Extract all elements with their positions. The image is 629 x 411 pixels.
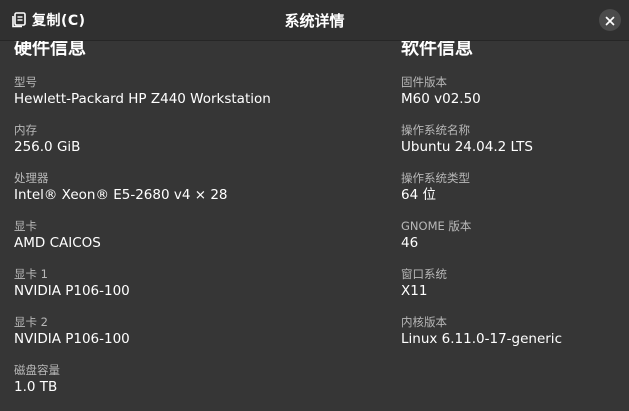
window-title: 系统详情 bbox=[284, 12, 345, 30]
item-label: 操作系统类型 bbox=[401, 171, 470, 185]
system-details-window: 复制(C) 系统详情 硬件信息 型号 Hewlett-Packard HP Z4… bbox=[0, 0, 629, 411]
software-item-kernel: 内核版本 Linux 6.11.0-17-generic bbox=[401, 314, 621, 349]
software-section-title: 软件信息 bbox=[401, 41, 473, 59]
hardware-item-disk: 磁盘容量 1.0 TB bbox=[14, 362, 374, 397]
item-label: 内核版本 bbox=[401, 315, 447, 329]
hardware-section: 硬件信息 型号 Hewlett-Packard HP Z440 Workstat… bbox=[14, 41, 374, 410]
item-label: 磁盘容量 bbox=[14, 363, 60, 377]
item-label: 操作系统名称 bbox=[401, 123, 470, 137]
item-label: 固件版本 bbox=[401, 75, 447, 89]
item-value: NVIDIA P106-100 bbox=[14, 283, 130, 299]
item-label: 处理器 bbox=[14, 171, 49, 185]
item-label: 显卡 1 bbox=[14, 267, 48, 281]
software-item-firmware: 固件版本 M60 v02.50 bbox=[401, 74, 621, 109]
close-button[interactable] bbox=[599, 9, 621, 31]
software-item-gnome-version: GNOME 版本 46 bbox=[401, 218, 621, 253]
item-label: GNOME 版本 bbox=[401, 219, 472, 233]
hardware-item-graphics-1: 显卡 1 NVIDIA P106-100 bbox=[14, 266, 374, 301]
details-content: 硬件信息 型号 Hewlett-Packard HP Z440 Workstat… bbox=[0, 41, 629, 411]
hardware-section-title: 硬件信息 bbox=[14, 41, 86, 59]
item-value: AMD CAICOS bbox=[14, 235, 101, 251]
item-label: 显卡 2 bbox=[14, 315, 48, 329]
item-label: 窗口系统 bbox=[401, 267, 447, 281]
hardware-item-graphics-2: 显卡 2 NVIDIA P106-100 bbox=[14, 314, 374, 349]
item-value: X11 bbox=[401, 283, 428, 299]
item-value: Intel® Xeon® E5-2680 v4 × 28 bbox=[14, 187, 228, 203]
software-section: 软件信息 固件版本 M60 v02.50 操作系统名称 Ubuntu 24.04… bbox=[401, 41, 621, 362]
item-value: 64 位 bbox=[401, 187, 436, 203]
header-bar: 复制(C) 系统详情 bbox=[0, 0, 629, 41]
software-item-windowing-system: 窗口系统 X11 bbox=[401, 266, 621, 301]
hardware-item-model: 型号 Hewlett-Packard HP Z440 Workstation bbox=[14, 74, 374, 109]
item-value: Ubuntu 24.04.2 LTS bbox=[401, 139, 534, 155]
item-label: 显卡 bbox=[14, 219, 37, 233]
hardware-item-processor: 处理器 Intel® Xeon® E5-2680 v4 × 28 bbox=[14, 170, 374, 205]
hardware-item-memory: 内存 256.0 GiB bbox=[14, 122, 374, 157]
hardware-item-graphics: 显卡 AMD CAICOS bbox=[14, 218, 374, 253]
close-icon bbox=[605, 11, 615, 30]
item-label: 内存 bbox=[14, 123, 37, 137]
item-value: Hewlett-Packard HP Z440 Workstation bbox=[14, 91, 271, 107]
item-value: 46 bbox=[401, 235, 419, 251]
item-value: 256.0 GiB bbox=[14, 139, 81, 155]
software-item-os-name: 操作系统名称 Ubuntu 24.04.2 LTS bbox=[401, 122, 621, 157]
item-value: 1.0 TB bbox=[14, 379, 58, 395]
item-label: 型号 bbox=[14, 75, 37, 89]
item-value: Linux 6.11.0-17-generic bbox=[401, 331, 562, 347]
item-value: NVIDIA P106-100 bbox=[14, 331, 130, 347]
software-item-os-type: 操作系统类型 64 位 bbox=[401, 170, 621, 205]
item-value: M60 v02.50 bbox=[401, 91, 481, 107]
